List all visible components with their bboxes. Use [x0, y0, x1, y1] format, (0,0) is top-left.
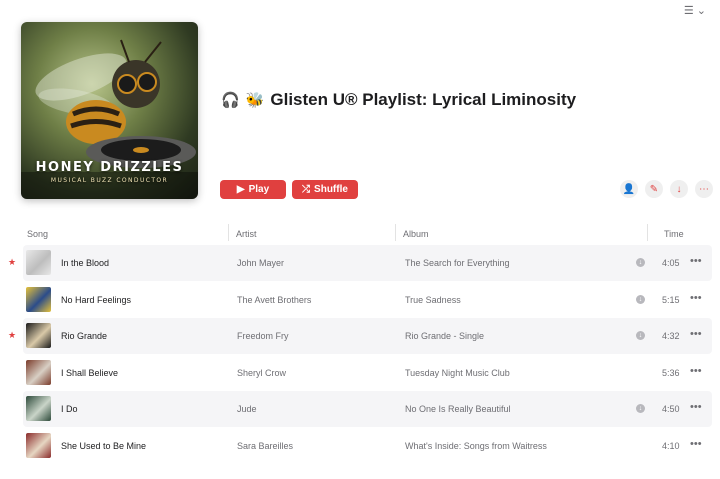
- track-title: In the Blood: [61, 258, 110, 268]
- table-row[interactable]: ★ In the Blood John Mayer The Search for Ev…: [0, 245, 720, 281]
- column-header-album[interactable]: Album: [403, 229, 429, 239]
- track-duration: 4:05: [662, 258, 680, 268]
- add-collaborator-button[interactable]: 👤: [620, 180, 638, 198]
- shuffle-button[interactable]: ⤮ Shuffle: [292, 180, 358, 199]
- table-row[interactable]: She Used to Be Mine Sara Bareilles What's …: [0, 428, 720, 464]
- headphones-icon: 🎧: [221, 92, 240, 109]
- table-header: Song Artist Album Time: [0, 226, 720, 241]
- download-icon[interactable]: ↓: [636, 404, 645, 413]
- track-artwork: [26, 396, 51, 421]
- table-row[interactable]: I Do Jude No One Is Really Beautiful ↓ 4:50 •…: [0, 391, 720, 427]
- more-icon: ⋯: [699, 183, 709, 195]
- bee-icon: 🐝: [245, 92, 265, 109]
- table-row[interactable]: I Shall Believe Sheryl Crow Tuesday Night …: [0, 355, 720, 391]
- column-header-artist[interactable]: Artist: [236, 229, 257, 239]
- play-button[interactable]: ▶ Play: [220, 180, 286, 199]
- track-artwork: [26, 323, 51, 348]
- play-button-label: Play: [248, 184, 270, 195]
- track-artist[interactable]: Sara Bareilles: [237, 441, 293, 451]
- track-album[interactable]: The Search for Everything: [405, 258, 510, 268]
- play-icon: ▶: [236, 184, 245, 195]
- playlist-title: 🎧 🐝 Glisten U® Playlist: Lyrical Liminos…: [221, 90, 576, 110]
- track-title: Rio Grande: [61, 331, 108, 341]
- track-artist[interactable]: John Mayer: [237, 258, 284, 268]
- track-duration: 5:36: [662, 368, 680, 378]
- row-background: [23, 245, 712, 281]
- track-album[interactable]: Rio Grande - Single: [405, 331, 484, 341]
- more-options-icon[interactable]: •••: [690, 401, 702, 413]
- track-duration: 4:10: [662, 441, 680, 451]
- favorite-star-icon: ★: [8, 330, 17, 340]
- shuffle-icon: ⤮: [302, 184, 311, 195]
- column-divider: [228, 224, 229, 241]
- column-header-song[interactable]: Song: [27, 229, 48, 239]
- more-options-icon[interactable]: •••: [690, 292, 702, 304]
- add-collaborator-icon: 👤: [622, 183, 636, 195]
- download-icon[interactable]: ↓: [636, 295, 645, 304]
- row-background: [23, 318, 712, 354]
- track-artwork: [26, 433, 51, 458]
- track-album[interactable]: True Sadness: [405, 295, 461, 305]
- playlist-title-text: Glisten U® Playlist: Lyrical Liminosity: [270, 90, 577, 109]
- artwork-title-text: HONEY DRIZZLES: [35, 160, 184, 175]
- list-options-icon: ☰: [683, 5, 694, 17]
- track-artist[interactable]: The Avett Brothers: [237, 295, 311, 305]
- table-row[interactable]: ★ Rio Grande Freedom Fry Rio Grande - Singl…: [0, 318, 720, 354]
- download-icon[interactable]: ↓: [636, 331, 645, 340]
- row-background: [23, 391, 712, 427]
- download-icon[interactable]: ↓: [636, 258, 645, 267]
- track-artist[interactable]: Jude: [237, 404, 257, 414]
- track-title: I Do: [61, 404, 78, 414]
- track-artwork: [26, 287, 51, 312]
- more-options-icon[interactable]: •••: [690, 255, 702, 267]
- favorite-star-icon: ★: [8, 257, 17, 267]
- more-options-icon[interactable]: •••: [690, 328, 702, 340]
- track-duration: 5:15: [662, 295, 680, 305]
- playlist-artwork: HONEY DRIZZLES MUSICAL BUZZ CONDUCTOR: [21, 22, 198, 199]
- more-options-icon[interactable]: •••: [690, 438, 702, 450]
- track-title: She Used to Be Mine: [61, 441, 147, 451]
- track-album[interactable]: What's Inside: Songs from Waitress: [405, 441, 547, 451]
- more-options-icon[interactable]: •••: [690, 365, 702, 377]
- chevron-down-icon: ⌄: [696, 5, 706, 17]
- view-options-button[interactable]: ☰ ⌄: [684, 4, 706, 17]
- track-artist[interactable]: Freedom Fry: [237, 331, 289, 341]
- track-title: I Shall Believe: [61, 368, 119, 378]
- row-background: [23, 355, 712, 391]
- track-artist[interactable]: Sheryl Crow: [237, 368, 286, 378]
- track-album[interactable]: Tuesday Night Music Club: [405, 368, 510, 378]
- track-duration: 4:32: [662, 331, 680, 341]
- artwork-subtitle-text: MUSICAL BUZZ CONDUCTOR: [50, 177, 169, 184]
- download-button[interactable]: ↓: [670, 180, 688, 198]
- more-button[interactable]: ⋯: [695, 180, 713, 198]
- edit-button[interactable]: ✎: [645, 180, 663, 198]
- download-icon: ↓: [676, 183, 682, 195]
- table-row[interactable]: No Hard Feelings The Avett Brothers True S…: [0, 282, 720, 318]
- column-header-time[interactable]: Time: [664, 229, 684, 239]
- track-duration: 4:50: [662, 404, 680, 414]
- column-divider: [395, 224, 396, 241]
- track-artwork: [26, 360, 51, 385]
- track-artwork: [26, 250, 51, 275]
- track-album[interactable]: No One Is Really Beautiful: [405, 404, 511, 414]
- edit-icon: ✎: [649, 183, 659, 195]
- track-title: No Hard Feelings: [61, 295, 132, 305]
- column-divider: [647, 224, 648, 241]
- shuffle-button-label: Shuffle: [314, 184, 348, 195]
